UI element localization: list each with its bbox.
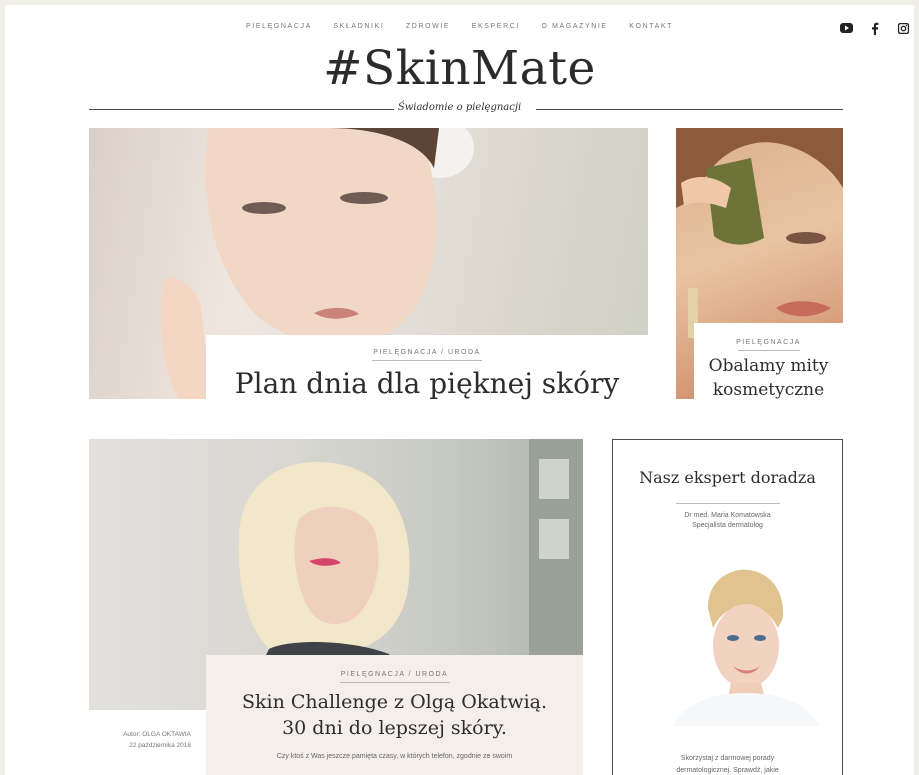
nav-item-o-magazynie[interactable]: O MAGAZYNIE (541, 23, 607, 30)
nav-item-zdrowie[interactable]: ZDROWIE (406, 23, 450, 30)
hero-article-card[interactable]: PIELĘGNACJA / URODA Plan dnia dla piękne… (206, 335, 648, 405)
article-date: 22 października 2018 (129, 742, 191, 749)
page: PIELĘGNACJA SKŁADNIKI ZDROWIE EKSPERCI O… (5, 5, 914, 775)
expert-divider (675, 503, 780, 504)
site-logo[interactable]: #SkinMate (5, 41, 914, 96)
article-author: Autor: OLGA OKTAWIA (123, 731, 191, 738)
featured-article-excerpt: Czy ktoś z Was jeszcze pamięta czasy, w … (276, 753, 513, 760)
featured-article-category[interactable]: PIELĘGNACJA / URODA (206, 671, 583, 683)
featured-article-title[interactable]: Skin Challenge z Olgą Okatwią. 30 dni do… (206, 689, 583, 741)
main-nav: PIELĘGNACJA SKŁADNIKI ZDROWIE EKSPERCI O… (5, 23, 914, 30)
expert-title: Nasz ekspert doradza (639, 468, 816, 487)
expert-name: Dr med. Maria Komatowska (684, 512, 771, 519)
nav-item-kontakt[interactable]: KONTAKT (629, 23, 673, 30)
expert-info: Dr med. Maria Komatowska Specjalista der… (613, 511, 842, 531)
site-tagline: Świadomie o pielęgnacji (397, 102, 522, 113)
expert-widget: Nasz ekspert doradza Dr med. Maria Komat… (612, 439, 843, 775)
hero-article-category[interactable]: PIELĘGNACJA / URODA (206, 349, 648, 361)
expert-description: Skorzystaj z darmowej porady dermatologi… (676, 755, 779, 774)
hero-article-title[interactable]: Plan dnia dla pięknej skóry (206, 367, 648, 400)
facebook-icon[interactable] (868, 21, 882, 35)
youtube-icon[interactable] (839, 21, 853, 35)
nav-item-skladniki[interactable]: SKŁADNIKI (333, 23, 384, 30)
nav-item-pielegnacja[interactable]: PIELĘGNACJA (246, 23, 312, 30)
side-article-card[interactable]: PIELĘGNACJA Obalamy mity kosmetyczne (694, 323, 843, 405)
side-article-category[interactable]: PIELĘGNACJA (694, 339, 843, 351)
expert-role: Specjalista dermatolog (692, 522, 763, 529)
expert-photo (653, 568, 823, 726)
featured-article-card[interactable]: PIELĘGNACJA / URODA Skin Challenge z Olg… (206, 655, 583, 775)
article-meta: Autor: OLGA OKTAWIA 22 października 2018 (89, 729, 191, 751)
instagram-icon[interactable] (896, 21, 910, 35)
side-article-title[interactable]: Obalamy mity kosmetyczne (694, 354, 843, 402)
nav-item-eksperci[interactable]: EKSPERCI (472, 23, 520, 30)
